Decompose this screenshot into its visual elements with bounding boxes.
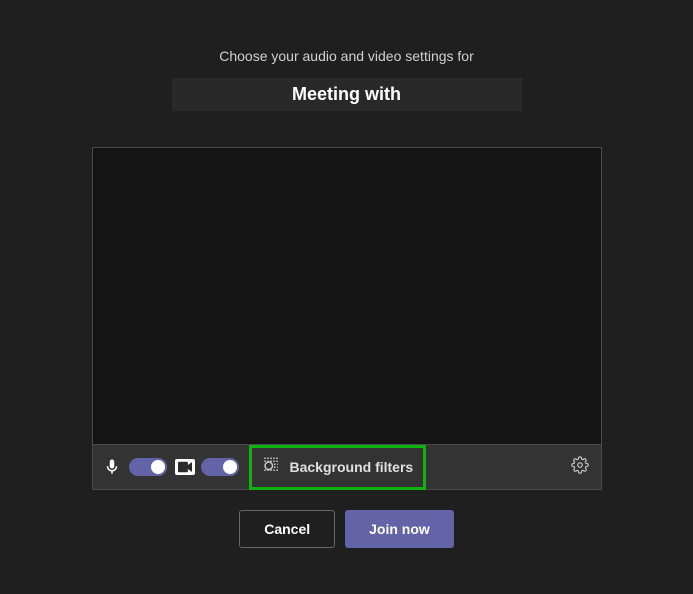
controls-bar: Background filters — [93, 444, 601, 489]
mic-control — [101, 456, 167, 478]
meeting-title: Meeting with — [292, 84, 401, 105]
cancel-button[interactable]: Cancel — [239, 510, 335, 548]
background-filters-button[interactable]: Background filters — [249, 445, 427, 490]
camera-icon — [175, 459, 195, 475]
camera-control — [175, 458, 239, 476]
gear-icon — [571, 456, 589, 479]
action-buttons: Cancel Join now — [239, 510, 454, 548]
settings-subtitle: Choose your audio and video settings for — [219, 48, 474, 64]
preview-container: Background filters — [92, 147, 602, 490]
microphone-icon — [101, 456, 123, 478]
join-now-button[interactable]: Join now — [345, 510, 454, 548]
video-preview — [93, 148, 601, 444]
mic-toggle[interactable] — [129, 458, 167, 476]
settings-button[interactable] — [567, 452, 593, 483]
background-filters-label: Background filters — [290, 459, 414, 475]
background-filters-icon — [262, 456, 280, 479]
camera-toggle[interactable] — [201, 458, 239, 476]
meeting-title-box: Meeting with — [172, 78, 522, 111]
